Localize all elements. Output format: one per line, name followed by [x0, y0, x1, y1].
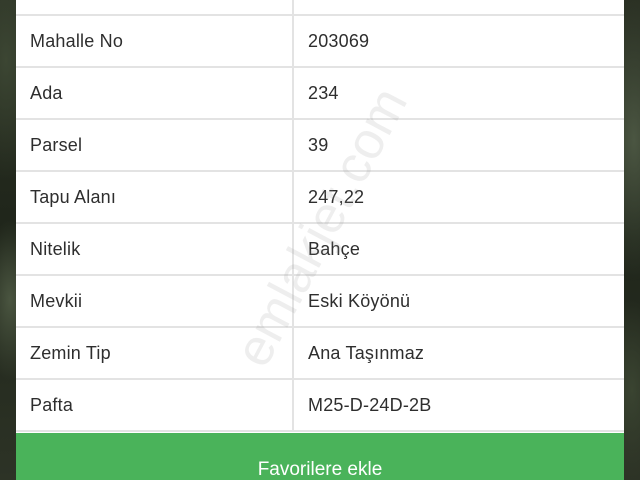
add-to-favorites-button[interactable]: Favorilere ekle	[16, 433, 624, 480]
table-row: Ada 234	[16, 68, 624, 120]
row-label: Mevkii	[16, 276, 294, 326]
row-value: Ana Taşınmaz	[308, 342, 425, 363]
table-row: Pafta M25-D-24D-2B	[16, 380, 624, 432]
row-label: Tapu Alanı	[16, 172, 294, 222]
row-value: Eski Köyönü	[308, 290, 411, 311]
table-row: Parsel 39	[16, 120, 624, 172]
row-label: Zemin Tip	[16, 328, 294, 378]
table-row: Nitelik Bahçe	[16, 224, 624, 276]
row-value: 234	[308, 82, 339, 103]
parcel-details-sheet: Mahalle No 203069 Ada 234 Parsel 39 Tapu…	[16, 0, 624, 480]
table-row: Mahalle No 203069	[16, 16, 624, 68]
row-label: Nitelik	[16, 224, 294, 274]
row-value: 39	[308, 134, 329, 155]
row-label: Mahalle No	[16, 16, 294, 66]
row-value: 247,22	[308, 186, 365, 207]
row-label	[16, 0, 294, 14]
parcel-details-table: Mahalle No 203069 Ada 234 Parsel 39 Tapu…	[16, 0, 624, 432]
row-label: Parsel	[16, 120, 294, 170]
table-row: Mevkii Eski Köyönü	[16, 276, 624, 328]
table-row: Tapu Alanı 247,22	[16, 172, 624, 224]
row-value	[294, 0, 624, 14]
row-label: Pafta	[16, 380, 294, 430]
row-label: Ada	[16, 68, 294, 118]
table-row	[16, 0, 624, 16]
row-value: M25-D-24D-2B	[308, 394, 432, 415]
row-value: 203069	[308, 30, 370, 51]
table-row: Zemin Tip Ana Taşınmaz	[16, 328, 624, 380]
row-value: Bahçe	[308, 238, 361, 259]
